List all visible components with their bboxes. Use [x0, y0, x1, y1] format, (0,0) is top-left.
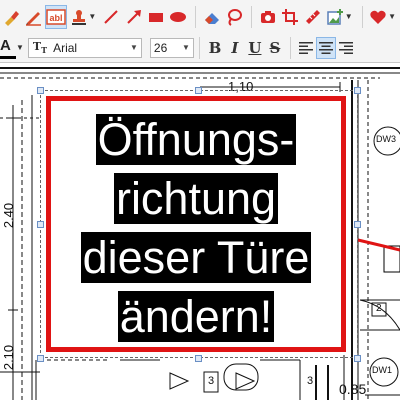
dimension-label-bottom: 0.85 [339, 381, 367, 397]
snapshot-tool-button[interactable] [257, 5, 278, 29]
font-color-swatch [0, 55, 16, 59]
door-tag-dw3: DW3 [376, 134, 396, 144]
align-left-icon [298, 41, 313, 54]
align-right-button[interactable] [336, 37, 356, 59]
insert-image-button[interactable] [324, 5, 345, 29]
dimension-label-left-1: 2.40 [1, 202, 17, 229]
line-icon [104, 9, 118, 24]
arrow-tool-button[interactable] [123, 5, 144, 29]
step-tag-3b: 3 [307, 375, 314, 387]
arrow-icon [126, 9, 141, 24]
image-add-icon [327, 8, 344, 25]
textbox-tool-button[interactable]: abl [44, 4, 67, 29]
resize-handle-bottom-right[interactable] [354, 355, 361, 362]
callout-line-1: Öffnungs- [95, 114, 297, 165]
align-left-button[interactable] [296, 37, 316, 59]
step-tag-2: 2 [376, 303, 382, 314]
callout-line-3: dieser Türe [80, 232, 312, 283]
lasso-icon [228, 8, 243, 26]
rectangle-icon [149, 12, 163, 22]
annotation-toolbar: abl ▼ ▼ ▼ [0, 0, 400, 34]
toolbar-separator [289, 36, 291, 59]
resize-handle-top-right[interactable] [354, 87, 361, 94]
callout-line-2: richtung [113, 173, 279, 224]
crop-tool-button[interactable] [279, 5, 300, 29]
svg-text:abl: abl [49, 13, 62, 23]
resize-handle-right[interactable] [354, 221, 361, 228]
resize-handle-bottom[interactable] [195, 355, 202, 362]
align-right-icon [338, 41, 353, 54]
toolbar-separator [251, 5, 252, 28]
align-center-icon [318, 41, 333, 54]
crop-icon [282, 8, 299, 25]
resize-handle-bottom-left[interactable] [37, 355, 44, 362]
highlighter-icon [4, 10, 19, 26]
callout-line-4: ändern! [117, 291, 275, 342]
toolbar-separator [195, 5, 197, 28]
italic-button[interactable]: I [225, 37, 245, 59]
ruler-icon [305, 9, 320, 24]
stamp-icon [71, 9, 86, 25]
highlight-tool-button[interactable] [0, 5, 21, 29]
stamp-tool-button[interactable] [68, 5, 89, 29]
resize-handle-top-left[interactable] [37, 87, 44, 94]
door-tag-dw1: DW1 [372, 365, 392, 375]
font-color-button[interactable]: A [0, 36, 18, 60]
rectangle-tool-button[interactable] [145, 5, 166, 29]
callout-text[interactable]: Öffnungs- richtung dieser Türe ändern! [51, 101, 341, 346]
font-size-value: 26 [153, 40, 168, 55]
camera-icon [260, 10, 275, 23]
bold-button[interactable]: B [205, 37, 225, 59]
resize-handle-left[interactable] [37, 221, 44, 228]
underline-button[interactable]: U [245, 37, 265, 59]
eraser-tool-button[interactable] [201, 5, 222, 29]
font-size-select[interactable]: 26 ▼ [149, 37, 194, 58]
heart-icon [370, 10, 387, 24]
truetype-icon: TT [32, 39, 48, 56]
line-tool-button[interactable] [100, 5, 121, 29]
drawing-canvas[interactable]: 1,10 2.40 2.10 0.85 DW3 DW1 2 3 3 Öffnun… [0, 63, 400, 400]
textbox-icon: abl [46, 8, 66, 25]
pen-tool-button[interactable] [22, 5, 43, 29]
font-family-select[interactable]: TT Arial ▼ [27, 37, 142, 58]
toolbar-separator [198, 36, 200, 59]
eraser-icon [204, 12, 219, 24]
insert-image-dropdown-icon[interactable]: ▼ [345, 12, 353, 21]
pen-icon [26, 11, 42, 26]
favorites-tool-button[interactable] [368, 5, 389, 29]
stamp-dropdown-icon[interactable]: ▼ [88, 12, 96, 21]
step-tag-3a: 3 [208, 375, 215, 387]
callout-textbox[interactable]: Öffnungs- richtung dieser Türe ändern! [46, 96, 346, 352]
ellipse-icon [170, 11, 187, 22]
favorites-dropdown-icon[interactable]: ▼ [388, 12, 396, 21]
font-size-dropdown-icon[interactable]: ▼ [179, 43, 193, 52]
text-format-toolbar: A ▼ TT Arial ▼ 26 ▼ B I U S [0, 33, 400, 63]
ellipse-tool-button[interactable] [168, 5, 189, 29]
font-color-label: A [0, 36, 11, 54]
resize-handle-top[interactable] [195, 87, 202, 94]
font-family-dropdown-icon[interactable]: ▼ [127, 43, 141, 52]
lasso-tool-button[interactable] [224, 5, 245, 29]
align-center-button[interactable] [315, 36, 336, 59]
font-family-value: Arial [53, 40, 78, 55]
measure-tool-button[interactable] [302, 5, 323, 29]
dimension-label-left-2: 2.10 [1, 344, 17, 371]
dimension-label-top: 1,10 [228, 79, 254, 94]
strikethrough-button[interactable]: S [265, 37, 285, 59]
toolbar-separator [361, 5, 363, 28]
